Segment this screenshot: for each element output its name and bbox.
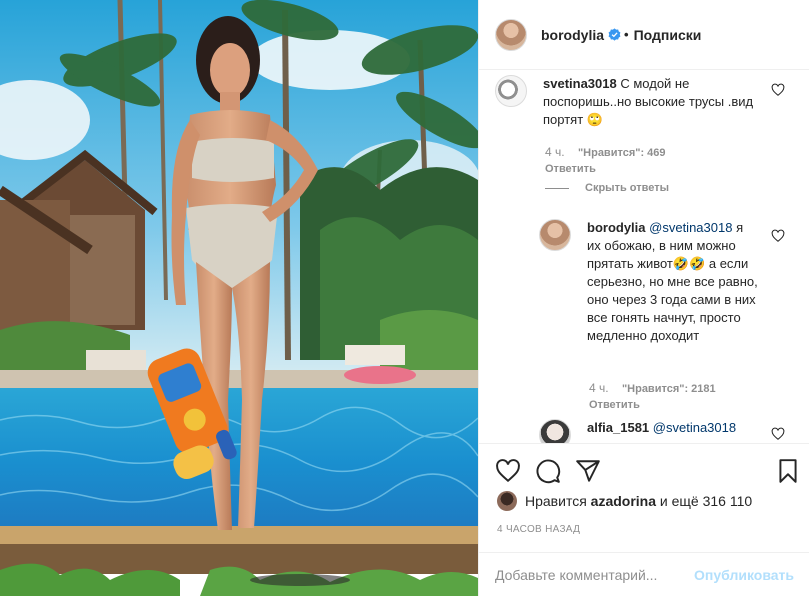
reply-avatar[interactable] bbox=[539, 419, 571, 443]
reply-likes[interactable]: "Нравится": 2181 bbox=[622, 383, 716, 395]
post-actions: Нравится azadorina и ещё 316 110 4 ЧАСОВ… bbox=[479, 443, 809, 553]
post-sidebar: borodylia • Подписки svetina3018 С модой… bbox=[478, 0, 809, 596]
comment-like-heart-icon[interactable] bbox=[771, 83, 785, 97]
add-comment-bar: Опубликовать bbox=[479, 552, 809, 596]
author-username[interactable]: borodylia bbox=[541, 27, 604, 43]
likes-summary: Нравится azadorina и ещё 316 110 bbox=[497, 491, 752, 511]
commenter-avatar[interactable] bbox=[495, 75, 527, 107]
reply-item: borodylia @svetina3018 я их обожаю, в ни… bbox=[539, 219, 789, 345]
comments-list[interactable]: svetina3018 С модой не поспоришь..но выс… bbox=[479, 71, 809, 443]
reply-reply-button[interactable]: Ответить bbox=[589, 399, 716, 411]
reply-body: alfia_1581 @svetina3018 bbox=[587, 419, 736, 443]
post-timestamp[interactable]: 4 ЧАСОВ НАЗАД bbox=[497, 524, 580, 535]
hide-replies-line bbox=[545, 187, 569, 189]
author-avatar[interactable] bbox=[495, 18, 527, 51]
share-icon[interactable] bbox=[575, 458, 601, 484]
reply-meta: 4 ч. "Нравится": 2181 Ответить bbox=[589, 381, 716, 411]
comment-icon[interactable] bbox=[535, 458, 561, 484]
comment-reply-button[interactable]: Ответить bbox=[545, 163, 666, 175]
comment-likes[interactable]: "Нравится": 469 bbox=[578, 147, 666, 159]
reply-item-partial: alfia_1581 @svetina3018 bbox=[539, 419, 789, 443]
comment-body: svetina3018 С модой не поспоришь..но выс… bbox=[543, 75, 773, 129]
reply-mention[interactable]: @svetina3018 bbox=[653, 420, 736, 435]
liker-username[interactable]: azadorina bbox=[591, 493, 656, 509]
publish-button[interactable]: Опубликовать bbox=[694, 567, 794, 583]
reply-mention[interactable]: @svetina3018 bbox=[649, 220, 732, 235]
comment-username[interactable]: svetina3018 bbox=[543, 76, 617, 91]
post-photo[interactable] bbox=[0, 0, 478, 596]
reply-avatar[interactable] bbox=[539, 219, 571, 251]
likes-prefix: Нравится bbox=[525, 493, 587, 509]
header-separator: • bbox=[624, 27, 629, 42]
reply-username[interactable]: borodylia bbox=[587, 220, 646, 235]
reply-like-heart-icon[interactable] bbox=[771, 229, 785, 243]
hide-replies-label[interactable]: Скрыть ответы bbox=[585, 182, 669, 194]
likes-count[interactable]: и ещё 316 110 bbox=[660, 493, 752, 509]
post-header: borodylia • Подписки bbox=[479, 0, 809, 70]
verified-badge-icon bbox=[608, 28, 621, 41]
comment-item: svetina3018 С модой не поспоришь..но выс… bbox=[495, 75, 795, 129]
comment-meta: 4 ч. "Нравится": 469 Ответить bbox=[545, 145, 666, 175]
post-image bbox=[0, 0, 478, 596]
reply-text: я их обожаю, в ним можно прятать живот🤣🤣… bbox=[587, 220, 758, 343]
comment-input[interactable] bbox=[495, 566, 695, 583]
reply-time[interactable]: 4 ч. bbox=[589, 381, 609, 395]
heart-icon[interactable] bbox=[495, 458, 521, 484]
bookmark-icon[interactable] bbox=[775, 458, 801, 484]
reply-like-heart-icon[interactable] bbox=[771, 427, 785, 441]
comment-time[interactable]: 4 ч. bbox=[545, 145, 565, 159]
reply-username[interactable]: alfia_1581 bbox=[587, 420, 649, 435]
following-button[interactable]: Подписки bbox=[634, 27, 702, 43]
hide-replies-button[interactable]: Скрыть ответы bbox=[545, 182, 669, 194]
liker-avatar[interactable] bbox=[497, 491, 517, 511]
reply-body: borodylia @svetina3018 я их обожаю, в ни… bbox=[587, 219, 759, 345]
